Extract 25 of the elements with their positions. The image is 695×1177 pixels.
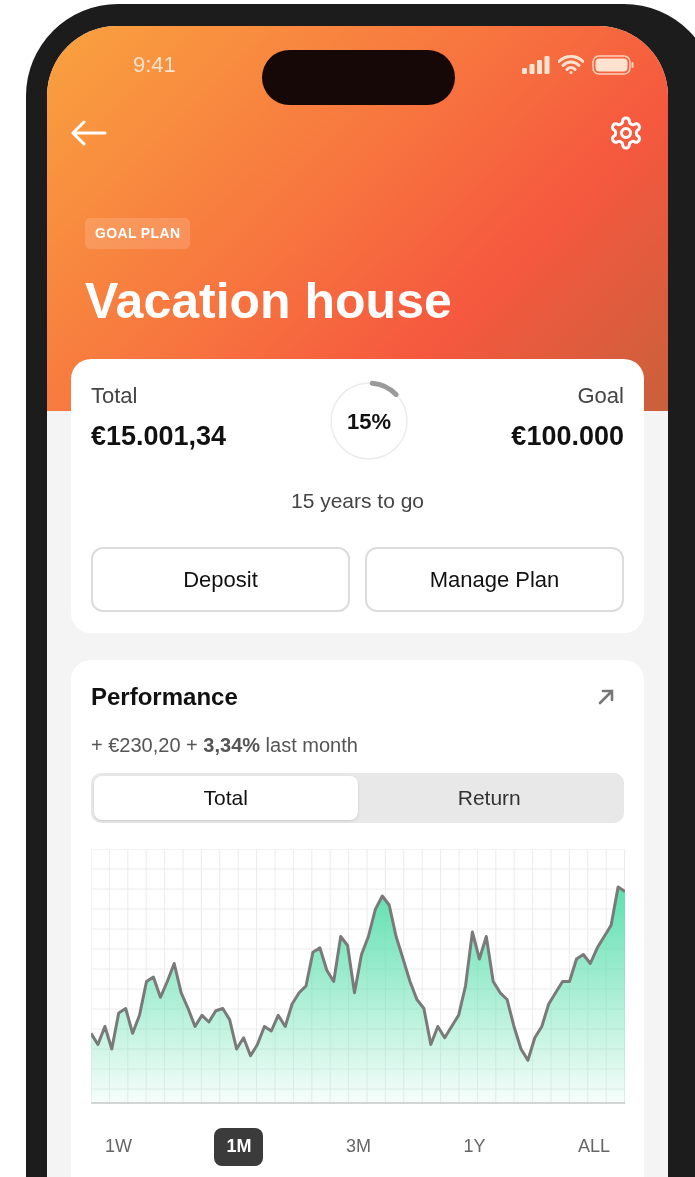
period-tab[interactable]: 1Y xyxy=(453,1127,496,1166)
goal-plan-badge: GOAL PLAN xyxy=(85,218,191,249)
battery-icon xyxy=(592,54,634,75)
time-remaining: 15 years to go xyxy=(290,489,425,512)
goal-value: €100.000 xyxy=(511,420,624,453)
plan-title: Vacation house xyxy=(84,272,453,331)
performance-title: Performance xyxy=(91,681,238,712)
back-arrow-icon[interactable] xyxy=(71,120,107,146)
total-value: €15.001,34 xyxy=(91,420,227,453)
period-tab[interactable]: 3M xyxy=(335,1127,381,1166)
toggle-tab[interactable]: Total xyxy=(94,775,358,820)
period-tab[interactable]: 1M xyxy=(214,1127,264,1166)
wifi-icon xyxy=(558,55,584,74)
manage-plan-button[interactable]: Manage Plan xyxy=(365,546,624,612)
expand-arrow-icon[interactable] xyxy=(598,688,614,705)
settings-icon[interactable] xyxy=(608,115,644,151)
monthly-change: + €230,20 + 3,34% last month xyxy=(91,733,358,756)
period-tab[interactable]: 1W xyxy=(95,1127,142,1166)
total-label: Total xyxy=(91,383,139,409)
status-time: 9:41 xyxy=(133,51,176,79)
toggle-tab[interactable]: Return xyxy=(357,775,621,820)
deposit-button[interactable]: Deposit xyxy=(91,546,350,612)
period-tab[interactable]: ALL xyxy=(567,1127,620,1166)
signal-icon xyxy=(522,55,550,74)
goal-label: Goal xyxy=(577,383,624,409)
